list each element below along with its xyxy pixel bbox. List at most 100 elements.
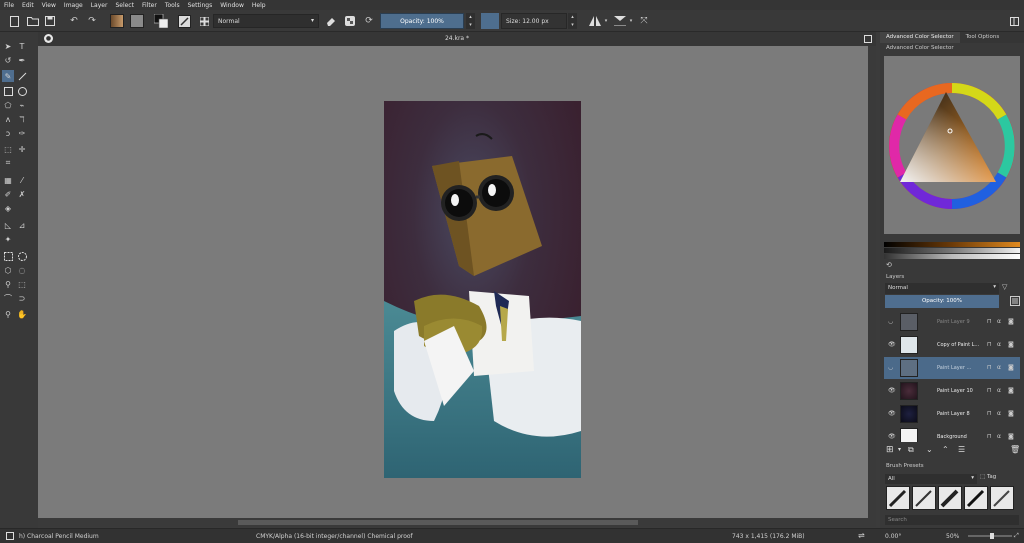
edit-brush-settings-icon[interactable]: [177, 13, 191, 29]
rectangle-tool-icon[interactable]: [2, 85, 14, 97]
blend-mode-select[interactable]: Normal ▾: [213, 14, 319, 28]
wrap-around-icon[interactable]: ⤧: [638, 13, 650, 29]
alpha-lock-icon[interactable]: α: [997, 341, 1001, 348]
horizontal-scrollbar[interactable]: [38, 518, 876, 527]
layer-row[interactable]: ◡ Paint Layer 9 ⊓ α ◙: [884, 311, 1020, 333]
eye-icon[interactable]: 👁: [888, 433, 896, 440]
crop-icon[interactable]: ⌗: [2, 157, 14, 169]
select-shapes-icon[interactable]: ➤: [2, 40, 14, 52]
brush-tag-filter[interactable]: All ▾: [885, 474, 977, 484]
menu-edit[interactable]: Edit: [22, 2, 34, 9]
transform-icon[interactable]: ⬚: [2, 143, 14, 155]
chevron-down-icon[interactable]: ▾: [898, 446, 901, 453]
opacity-slider[interactable]: Opacity: 100%: [380, 13, 464, 29]
fullscreen-icon[interactable]: ⤢: [1014, 532, 1019, 540]
brush-search-input[interactable]: Search: [885, 515, 1019, 525]
lock-icon[interactable]: ⊓: [987, 387, 992, 394]
canvas-artwork[interactable]: [384, 101, 581, 478]
menu-window[interactable]: Window: [220, 2, 244, 9]
mirror-horizontal-icon[interactable]: [588, 13, 602, 29]
save-icon[interactable]: [44, 13, 56, 29]
size-slider[interactable]: Size: 12.00 px: [501, 13, 567, 29]
redo-icon[interactable]: ↷: [86, 13, 98, 29]
move-layer-down-icon[interactable]: ⌄: [926, 445, 933, 454]
menu-view[interactable]: View: [42, 2, 56, 9]
alpha-lock-icon[interactable]: α: [997, 318, 1001, 325]
layer-row[interactable]: 👁 Copy of Paint L... ⊓ α ◙: [884, 334, 1020, 356]
inherit-alpha-icon[interactable]: ◙: [1008, 341, 1014, 348]
color-picker-icon[interactable]: ⁄: [16, 174, 28, 186]
similar-color-selection-icon[interactable]: ⬚: [16, 278, 28, 290]
multibrush-icon[interactable]: ✑: [16, 127, 28, 139]
layer-row[interactable]: 👁 Paint Layer 10 ⊓ α ◙: [884, 380, 1020, 402]
chevron-down-icon[interactable]: ▾: [628, 13, 634, 29]
text-tool-icon[interactable]: T: [16, 40, 28, 52]
polyline-tool-icon[interactable]: ⌁: [16, 99, 28, 111]
hidden-eye-icon[interactable]: ◡: [888, 364, 893, 371]
brush-preset[interactable]: [938, 486, 962, 510]
refresh-icon[interactable]: ⟲: [886, 261, 892, 269]
color-strip-light[interactable]: [884, 254, 1020, 259]
inherit-alpha-icon[interactable]: ◙: [1008, 318, 1014, 325]
inherit-alpha-icon[interactable]: ◙: [1008, 433, 1014, 440]
inherit-alpha-icon[interactable]: ◙: [1008, 364, 1014, 371]
lock-icon[interactable]: ⊓: [987, 433, 992, 440]
tab-advanced-color-selector[interactable]: Advanced Color Selector: [880, 32, 960, 43]
menu-settings[interactable]: Settings: [188, 2, 213, 9]
tag-button[interactable]: ⬚ Tag: [980, 474, 1018, 484]
dynamic-brush-icon[interactable]: ↄ: [2, 127, 14, 139]
polygonal-selection-icon[interactable]: ⬡: [2, 264, 14, 276]
brush-presets-grid-icon[interactable]: [198, 13, 210, 29]
edit-shapes-icon[interactable]: ↺: [2, 54, 14, 66]
scrollbar-thumb[interactable]: [238, 520, 638, 525]
lock-icon[interactable]: ⊓: [987, 410, 992, 417]
ellipse-tool-icon[interactable]: [16, 85, 28, 97]
brush-preset[interactable]: [912, 486, 936, 510]
freehand-path-icon[interactable]: ℸ: [16, 113, 28, 125]
calligraphy-icon[interactable]: ✒: [16, 54, 28, 66]
alpha-lock-icon[interactable]: α: [997, 387, 1001, 394]
layer-row[interactable]: 👁 Paint Layer 8 ⊓ α ◙: [884, 403, 1020, 425]
delete-layer-icon[interactable]: 🗑: [1010, 445, 1020, 454]
assistant-tool-icon[interactable]: ◺: [2, 219, 14, 231]
menu-select[interactable]: Select: [115, 2, 134, 9]
eraser-mode-icon[interactable]: [325, 13, 337, 29]
brush-preset-icon[interactable]: [6, 532, 14, 542]
vertical-scrollbar[interactable]: [868, 46, 876, 518]
reload-preset-icon[interactable]: ⟳: [363, 13, 375, 29]
colorize-mask-icon[interactable]: ✐: [2, 188, 14, 200]
move-icon[interactable]: ✛: [16, 143, 28, 155]
elliptical-selection-icon[interactable]: [16, 250, 28, 262]
menu-file[interactable]: File: [4, 2, 14, 9]
chevron-down-icon[interactable]: ▾: [603, 13, 609, 29]
move-layer-up-icon[interactable]: ⌃: [942, 445, 949, 454]
brush-preset[interactable]: [964, 486, 988, 510]
new-document-icon[interactable]: [8, 13, 20, 29]
preserve-alpha-icon[interactable]: [344, 13, 356, 29]
eye-icon[interactable]: 👁: [888, 341, 896, 348]
brush-preset[interactable]: [990, 486, 1014, 510]
menu-filter[interactable]: Filter: [142, 2, 157, 9]
inherit-alpha-icon[interactable]: ◙: [1008, 387, 1014, 394]
layer-row[interactable]: 👁 Background ⊓ α ◙: [884, 426, 1020, 442]
pattern-swatch[interactable]: [130, 14, 144, 28]
mirror-vertical-icon[interactable]: [613, 13, 627, 29]
eye-icon[interactable]: 👁: [888, 387, 896, 394]
line-tool-icon[interactable]: [16, 70, 28, 82]
color-wheel[interactable]: [884, 78, 1020, 214]
inherit-alpha-icon[interactable]: ◙: [1008, 410, 1014, 417]
magnetic-selection-icon[interactable]: ⊃: [16, 292, 28, 304]
pan-icon[interactable]: ✋: [16, 308, 28, 320]
menu-help[interactable]: Help: [252, 2, 266, 9]
freehand-selection-icon[interactable]: ◌: [16, 264, 28, 276]
layers-blend-select[interactable]: Normal ▾: [885, 283, 999, 294]
lock-icon[interactable]: ⊓: [987, 364, 992, 371]
freehand-brush-icon[interactable]: ✎: [2, 70, 14, 82]
gradient-swatch[interactable]: [110, 14, 124, 28]
add-layer-icon[interactable]: ⊞: [886, 445, 894, 455]
duplicate-layer-icon[interactable]: ⧉: [908, 445, 914, 455]
open-folder-icon[interactable]: [26, 13, 40, 29]
rotate-icon[interactable]: ⇌: [858, 531, 865, 540]
bezier-tool-icon[interactable]: ᴧ: [2, 113, 14, 125]
lock-icon[interactable]: ⊓: [987, 341, 992, 348]
